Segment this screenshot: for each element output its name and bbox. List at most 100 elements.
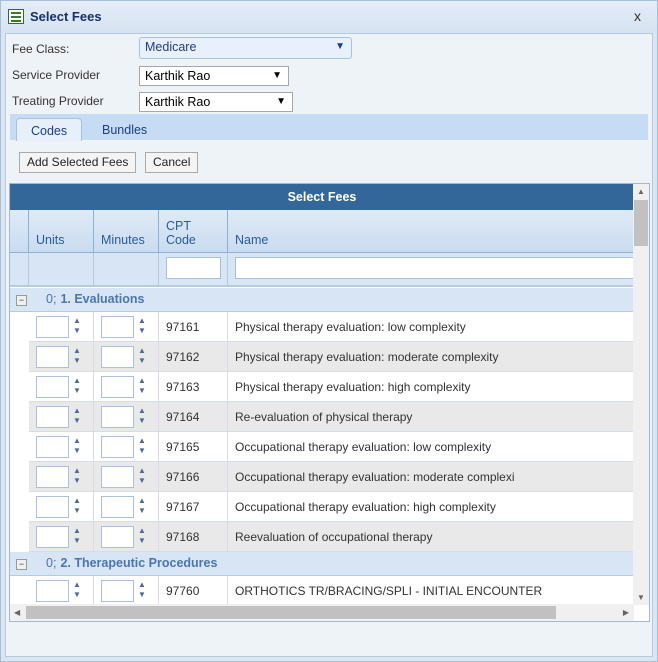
scroll-right-icon[interactable]: ▶: [623, 608, 629, 617]
spin-down-icon[interactable]: ▼: [138, 416, 146, 426]
units-input[interactable]: [36, 376, 69, 398]
table-row[interactable]: ▲ ▼ ▲ ▼ 97166 Occupational therapy evaluat…: [29, 462, 634, 492]
table-row[interactable]: ▲ ▼ ▲ ▼ 97168 Reevaluation of occupational…: [29, 522, 634, 552]
spin-down-icon[interactable]: ▼: [73, 536, 81, 546]
minutes-spinner[interactable]: ▲ ▼: [138, 316, 146, 336]
spin-up-icon[interactable]: ▲: [73, 436, 81, 446]
units-input[interactable]: [36, 436, 69, 458]
minutes-spinner[interactable]: ▲ ▼: [138, 580, 146, 600]
title-bar[interactable]: Select Fees x: [1, 1, 657, 33]
spin-up-icon[interactable]: ▲: [73, 376, 81, 386]
spin-down-icon[interactable]: ▼: [73, 506, 81, 516]
cpt-code-column-header[interactable]: CPT Code: [159, 210, 228, 253]
spin-down-icon[interactable]: ▼: [73, 326, 81, 336]
scroll-left-icon[interactable]: ◀: [14, 608, 20, 617]
table-row[interactable]: ▲ ▼ ▲ ▼ 97760 ORTHOTICS TR/BRACING/SPLI - …: [29, 576, 634, 606]
name-column-header[interactable]: Name: [228, 210, 634, 253]
collapse-icon[interactable]: −: [16, 295, 27, 306]
minutes-input[interactable]: [101, 406, 134, 428]
table-row[interactable]: ▲ ▼ ▲ ▼ 97163 Physical therapy evaluation:…: [29, 372, 634, 402]
table-row[interactable]: ▲ ▼ ▲ ▼ 97165 Occupational therapy evaluat…: [29, 432, 634, 462]
horizontal-scrollbar[interactable]: ◀ ▶: [10, 604, 634, 621]
cpt-code-filter-input[interactable]: [166, 257, 221, 279]
spin-down-icon[interactable]: ▼: [73, 386, 81, 396]
minutes-input[interactable]: [101, 346, 134, 368]
minutes-input[interactable]: [101, 466, 134, 488]
table-row[interactable]: ▲ ▼ ▲ ▼ 97162 Physical therapy evaluation:…: [29, 342, 634, 372]
collapse-icon[interactable]: −: [16, 559, 27, 570]
minutes-column-header[interactable]: Minutes: [94, 210, 159, 253]
units-column-header[interactable]: Units: [29, 210, 94, 253]
spin-down-icon[interactable]: ▼: [73, 590, 81, 600]
units-input[interactable]: [36, 526, 69, 548]
units-input[interactable]: [36, 466, 69, 488]
spin-up-icon[interactable]: ▲: [73, 496, 81, 506]
fee-class-select[interactable]: Medicare ▼: [139, 37, 352, 59]
spin-up-icon[interactable]: ▲: [138, 436, 146, 446]
spin-down-icon[interactable]: ▼: [73, 446, 81, 456]
table-row[interactable]: ▲ ▼ ▲ ▼ 97161 Physical therapy evaluation:…: [29, 312, 634, 342]
cancel-button[interactable]: Cancel: [145, 152, 199, 173]
spin-down-icon[interactable]: ▼: [138, 446, 146, 456]
minutes-spinner[interactable]: ▲ ▼: [138, 376, 146, 396]
minutes-input[interactable]: [101, 526, 134, 548]
units-spinner[interactable]: ▲ ▼: [73, 436, 81, 456]
horizontal-scroll-thumb[interactable]: [26, 606, 556, 619]
minutes-input[interactable]: [101, 580, 134, 602]
spin-up-icon[interactable]: ▲: [138, 376, 146, 386]
spin-down-icon[interactable]: ▼: [138, 356, 146, 366]
units-spinner[interactable]: ▲ ▼: [73, 346, 81, 366]
units-spinner[interactable]: ▲ ▼: [73, 526, 81, 546]
units-spinner[interactable]: ▲ ▼: [73, 316, 81, 336]
units-spinner[interactable]: ▲ ▼: [73, 466, 81, 486]
spin-up-icon[interactable]: ▲: [138, 316, 146, 326]
spin-down-icon[interactable]: ▼: [138, 590, 146, 600]
units-spinner[interactable]: ▲ ▼: [73, 406, 81, 426]
spin-up-icon[interactable]: ▲: [138, 526, 146, 536]
units-input[interactable]: [36, 316, 69, 338]
tab-codes[interactable]: Codes: [16, 118, 83, 141]
spin-up-icon[interactable]: ▲: [73, 526, 81, 536]
spin-up-icon[interactable]: ▲: [138, 346, 146, 356]
minutes-input[interactable]: [101, 496, 134, 518]
minutes-spinner[interactable]: ▲ ▼: [138, 406, 146, 426]
scroll-up-icon[interactable]: ▲: [637, 187, 645, 196]
minutes-input[interactable]: [101, 316, 134, 338]
units-spinner[interactable]: ▲ ▼: [73, 376, 81, 396]
minutes-spinner[interactable]: ▲ ▼: [138, 436, 146, 456]
vertical-scrollbar[interactable]: ▲ ▼: [633, 184, 649, 605]
spin-down-icon[interactable]: ▼: [138, 536, 146, 546]
spin-up-icon[interactable]: ▲: [138, 466, 146, 476]
units-spinner[interactable]: ▲ ▼: [73, 580, 81, 600]
vertical-scroll-thumb[interactable]: [634, 200, 648, 246]
spin-down-icon[interactable]: ▼: [138, 326, 146, 336]
units-input[interactable]: [36, 406, 69, 428]
table-row[interactable]: ▲ ▼ ▲ ▼ 97167 Occupational therapy evaluat…: [29, 492, 634, 522]
units-input[interactable]: [36, 580, 69, 602]
spin-down-icon[interactable]: ▼: [73, 476, 81, 486]
units-input[interactable]: [36, 346, 69, 368]
spin-down-icon[interactable]: ▼: [138, 386, 146, 396]
spin-up-icon[interactable]: ▲: [73, 466, 81, 476]
minutes-input[interactable]: [101, 436, 134, 458]
tab-bundles[interactable]: Bundles: [88, 118, 161, 141]
minutes-input[interactable]: [101, 376, 134, 398]
units-spinner[interactable]: ▲ ▼: [73, 496, 81, 516]
minutes-spinner[interactable]: ▲ ▼: [138, 466, 146, 486]
minutes-spinner[interactable]: ▲ ▼: [138, 496, 146, 516]
spin-up-icon[interactable]: ▲: [73, 580, 81, 590]
add-selected-fees-button[interactable]: Add Selected Fees: [19, 152, 137, 173]
spin-up-icon[interactable]: ▲: [73, 316, 81, 326]
minutes-spinner[interactable]: ▲ ▼: [138, 526, 146, 546]
spin-down-icon[interactable]: ▼: [73, 416, 81, 426]
service-provider-select[interactable]: Karthik Rao ▼: [139, 66, 289, 86]
minutes-spinner[interactable]: ▲ ▼: [138, 346, 146, 366]
table-row[interactable]: ▲ ▼ ▲ ▼ 97164 Re-evaluation of physical th…: [29, 402, 634, 432]
spin-down-icon[interactable]: ▼: [138, 506, 146, 516]
spin-down-icon[interactable]: ▼: [138, 476, 146, 486]
treating-provider-select[interactable]: Karthik Rao ▼: [139, 92, 293, 112]
spin-up-icon[interactable]: ▲: [138, 496, 146, 506]
spin-up-icon[interactable]: ▲: [138, 406, 146, 416]
spin-up-icon[interactable]: ▲: [73, 346, 81, 356]
scroll-down-icon[interactable]: ▼: [637, 593, 645, 602]
